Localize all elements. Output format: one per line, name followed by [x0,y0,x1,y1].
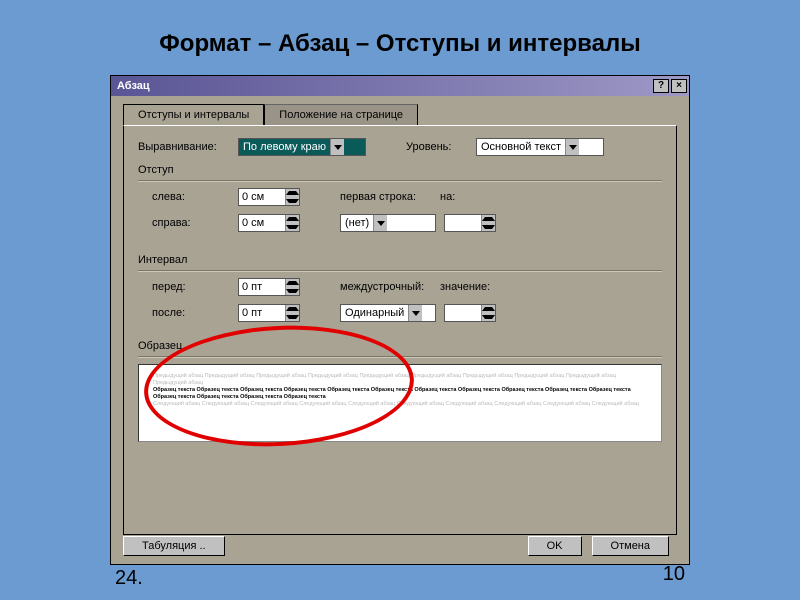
linespacing-label: междустрочный: [340,281,440,293]
linespacing-select[interactable]: Одинарный [340,304,436,322]
preview-pane: Предыдущий абзац Предыдущий абзац Предыд… [138,364,662,442]
firstline-value: (нет) [345,217,369,229]
tab-indents[interactable]: Отступы и интервалы [123,104,264,125]
firstline-label: первая строка: [340,191,440,203]
spin-up-icon[interactable] [286,189,299,197]
level-select[interactable]: Основной текст [476,138,604,156]
paragraph-dialog: Абзац ? × Отступы и интервалы Положение … [110,75,690,565]
ok-button[interactable]: OK [528,536,582,556]
spin-down-icon[interactable] [286,287,299,295]
alignment-label: Выравнивание: [138,141,238,153]
spacing-group: Интервал [138,254,662,266]
linespacing-at-input[interactable] [445,305,481,321]
indent-right-label: справа: [152,217,238,229]
chevron-down-icon[interactable] [408,305,422,321]
linespacing-at-label: значение: [440,281,500,293]
spin-down-icon[interactable] [286,313,299,321]
level-value: Основной текст [481,141,561,153]
level-label: Уровень: [406,141,476,153]
chevron-down-icon[interactable] [330,139,344,155]
firstline-select[interactable]: (нет) [340,214,436,232]
indent-left-spinner[interactable] [238,188,300,206]
spin-down-icon[interactable] [286,197,299,205]
firstline-by-label: на: [440,191,490,203]
indent-group: Отступ [138,164,662,176]
close-button[interactable]: × [671,79,687,93]
alignment-select[interactable]: По левому краю [238,138,366,156]
help-button[interactable]: ? [653,79,669,93]
chevron-down-icon[interactable] [565,139,579,155]
divider [138,356,662,358]
spin-up-icon[interactable] [286,215,299,223]
alignment-value: По левому краю [243,141,326,153]
before-label: перед: [152,281,238,293]
cancel-button[interactable]: Отмена [592,536,669,556]
tab-pageflow[interactable]: Положение на странице [264,104,418,125]
preview-grey: Следующий абзац Следующий абзац Следующи… [153,401,647,408]
after-label: после: [152,307,238,319]
spin-down-icon[interactable] [482,223,495,231]
spin-up-icon[interactable] [482,215,495,223]
divider [138,270,662,272]
tabs-button[interactable]: Табуляция .. [123,536,225,556]
spin-up-icon[interactable] [286,279,299,287]
before-spinner[interactable] [238,278,300,296]
slide-title: Формат – Абзац – Отступы и интервалы [0,30,800,58]
dialog-title: Абзац [117,80,653,92]
divider [138,180,662,182]
spin-down-icon[interactable] [482,313,495,321]
after-input[interactable] [239,305,285,321]
page-num-left: 24. [115,567,143,590]
page-num-right: 10 [663,563,685,586]
indent-left-label: слева: [152,191,238,203]
linespacing-value: Одинарный [345,307,404,319]
after-spinner[interactable] [238,304,300,322]
tabs: Отступы и интервалы Положение на страниц… [123,104,677,125]
chevron-down-icon[interactable] [373,215,387,231]
indent-left-input[interactable] [239,189,285,205]
before-input[interactable] [239,279,285,295]
preview-grey: Предыдущий абзац Предыдущий абзац Предыд… [153,373,647,387]
spin-down-icon[interactable] [286,223,299,231]
firstline-by-input[interactable] [445,215,481,231]
tab-panel: Выравнивание: По левому краю Уровень: Ос… [123,125,677,535]
preview-sample: Образец текста Образец текста Образец те… [153,387,647,401]
linespacing-at-spinner[interactable] [444,304,496,322]
indent-right-input[interactable] [239,215,285,231]
titlebar: Абзац ? × [111,76,689,96]
preview-label: Образец [138,340,662,352]
spin-up-icon[interactable] [286,305,299,313]
indent-right-spinner[interactable] [238,214,300,232]
spin-up-icon[interactable] [482,305,495,313]
firstline-by-spinner[interactable] [444,214,496,232]
